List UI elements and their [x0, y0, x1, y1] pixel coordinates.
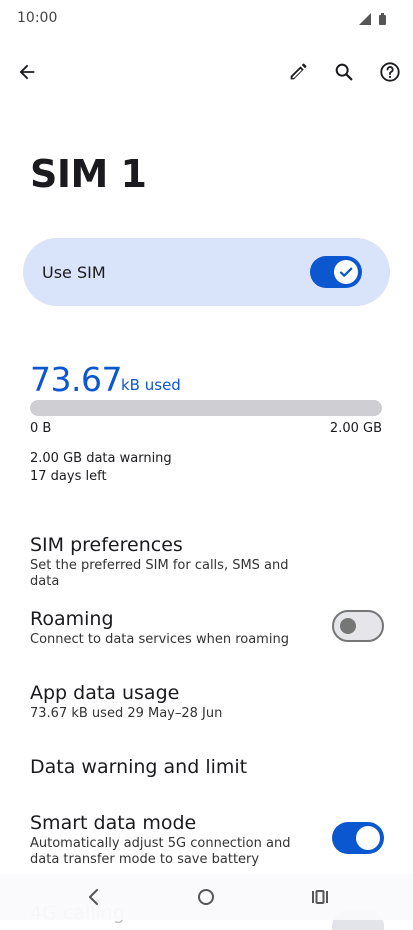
use-sim-label: Use SIM: [42, 263, 106, 282]
status-time: 10:00: [17, 10, 58, 26]
smart-data-mode-switch[interactable]: [332, 822, 384, 854]
switch-knob: [356, 826, 380, 850]
navigation-bar: [0, 874, 413, 920]
signal-icon: [359, 13, 371, 25]
usage-progress-bar: [30, 400, 382, 416]
roaming-subtitle: Connect to data services when roaming: [30, 632, 289, 647]
usage-amount: 73.67: [30, 360, 122, 399]
check-icon: [339, 267, 353, 277]
roaming-title: Roaming: [30, 608, 114, 630]
search-button[interactable]: [326, 54, 362, 90]
usage-bar-min-label: 0 B: [30, 421, 52, 436]
days-left-text: 17 days left: [30, 469, 107, 484]
edit-pencil-icon: [290, 63, 307, 80]
sim-preferences-title: SIM preferences: [30, 534, 183, 556]
switch-knob: [334, 260, 358, 284]
smart-data-mode-title: Smart data mode: [30, 812, 197, 834]
roaming-switch[interactable]: [332, 610, 384, 642]
status-icons: [357, 11, 393, 25]
sim-preferences-item[interactable]: SIM preferences Set the preferred SIM fo…: [0, 530, 413, 589]
app-data-usage-title: App data usage: [30, 682, 180, 704]
roaming-item[interactable]: Roaming Connect to data services when ro…: [0, 604, 413, 654]
data-warning-text: 2.00 GB data warning: [30, 451, 172, 466]
data-warning-limit-item[interactable]: Data warning and limit: [0, 752, 413, 788]
back-button[interactable]: [9, 54, 45, 90]
back-arrow-icon: [19, 64, 35, 80]
app-data-usage-item[interactable]: App data usage 73.67 kB used 29 May–28 J…: [0, 678, 413, 728]
sim-preferences-subtitle: Set the preferred SIM for calls, SMS and…: [30, 558, 289, 589]
usage-unit: kB used: [121, 376, 181, 394]
app-bar: [0, 50, 413, 94]
data-warning-limit-title: Data warning and limit: [30, 756, 248, 778]
recents-nav-icon[interactable]: [312, 890, 328, 904]
switch-knob: [340, 618, 356, 634]
search-icon: [335, 63, 353, 81]
home-nav-icon[interactable]: [198, 889, 214, 905]
status-bar: 10:00: [0, 0, 413, 36]
use-sim-switch[interactable]: [310, 256, 362, 288]
app-data-usage-subtitle: 73.67 kB used 29 May–28 Jun: [30, 706, 223, 721]
use-sim-toggle-card[interactable]: Use SIM: [23, 238, 390, 306]
usage-bar-max-label: 2.00 GB: [329, 421, 382, 436]
edit-button[interactable]: [280, 54, 316, 90]
help-icon: [380, 62, 400, 82]
battery-icon: [379, 13, 386, 25]
smart-data-mode-subtitle: Automatically adjust 5G connection and d…: [30, 836, 291, 867]
help-button[interactable]: [372, 54, 408, 90]
page-title: SIM 1: [30, 152, 147, 196]
back-nav-icon[interactable]: [89, 889, 98, 905]
smart-data-mode-item[interactable]: Smart data mode Automatically adjust 5G …: [0, 808, 413, 870]
